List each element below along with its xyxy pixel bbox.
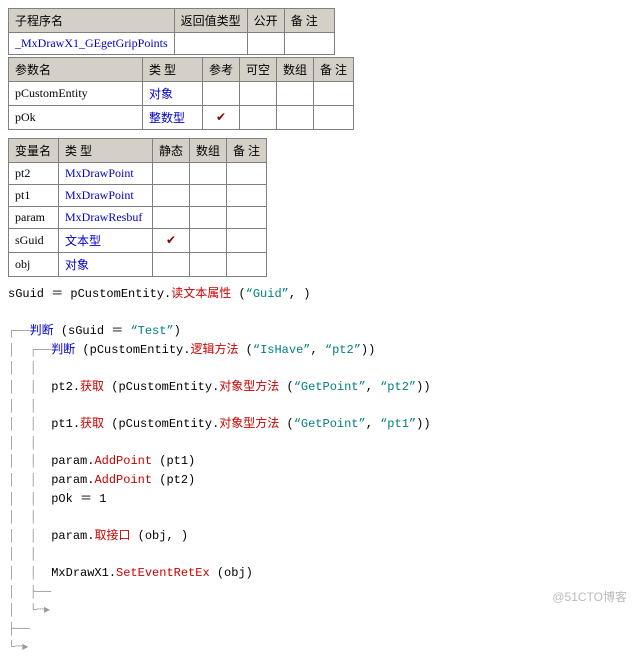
subroutine-table: 子程序名 返回值类型 公开 备 注 _MxDrawX1_GEgetGripPoi… bbox=[8, 8, 335, 55]
col-var-name: 变量名 bbox=[9, 139, 59, 163]
param-name[interactable]: pCustomEntity bbox=[9, 82, 143, 106]
sub-name[interactable]: _MxDrawX1_GEgetGripPoints bbox=[9, 33, 175, 55]
code-line: sGuid ＝ pCustomEntity.读文本属性 (“Guid”, ) bbox=[8, 287, 310, 301]
var-name[interactable]: pt1 bbox=[9, 185, 59, 207]
col-public: 公开 bbox=[247, 9, 284, 33]
col-remark: 备 注 bbox=[314, 58, 354, 82]
param-type[interactable]: 对象 bbox=[143, 82, 203, 106]
var-name[interactable]: sGuid bbox=[9, 229, 59, 253]
code-line: pOk ＝ 1 bbox=[51, 492, 106, 506]
var-type[interactable]: MxDrawResbuf bbox=[59, 207, 153, 229]
code-line: 判断 (sGuid ＝ “Test”) bbox=[30, 324, 181, 338]
col-type: 类 型 bbox=[143, 58, 203, 82]
var-static bbox=[153, 253, 190, 277]
table-row: pCustomEntity 对象 bbox=[9, 82, 354, 106]
code-line: param.AddPoint (pt2) bbox=[51, 473, 195, 487]
table-row: pt1MxDrawPoint bbox=[9, 185, 267, 207]
table-row: paramMxDrawResbuf bbox=[9, 207, 267, 229]
col-static: 静态 bbox=[153, 139, 190, 163]
code-line: MxDrawX1.SetEventRetEx (obj) bbox=[51, 566, 253, 580]
params-table: 参数名 类 型 参考 可空 数组 备 注 pCustomEntity 对象 pO… bbox=[8, 57, 354, 130]
col-type: 类 型 bbox=[59, 139, 153, 163]
col-param-name: 参数名 bbox=[9, 58, 143, 82]
col-array: 数组 bbox=[190, 139, 227, 163]
var-type[interactable]: 对象 bbox=[59, 253, 153, 277]
var-type[interactable]: MxDrawPoint bbox=[59, 163, 153, 185]
code-line: param.取接口 (obj, ) bbox=[51, 529, 188, 543]
code-line: 判断 (pCustomEntity.逻辑方法 (“IsHave”, “pt2”)… bbox=[51, 343, 375, 357]
var-static: ✔ bbox=[153, 229, 190, 253]
param-type[interactable]: 整数型 bbox=[143, 106, 203, 130]
col-return-type: 返回值类型 bbox=[174, 9, 247, 33]
col-array: 数组 bbox=[277, 58, 314, 82]
param-ref bbox=[203, 82, 240, 106]
var-type[interactable]: MxDrawPoint bbox=[59, 185, 153, 207]
col-remark: 备 注 bbox=[227, 139, 267, 163]
var-name[interactable]: param bbox=[9, 207, 59, 229]
col-remark: 备 注 bbox=[284, 9, 334, 33]
col-sub-name: 子程序名 bbox=[9, 9, 175, 33]
var-static bbox=[153, 207, 190, 229]
param-ref: ✔ bbox=[203, 106, 240, 130]
var-static bbox=[153, 163, 190, 185]
table-row: sGuid文本型✔ bbox=[9, 229, 267, 253]
code-line: pt1.获取 (pCustomEntity.对象型方法 (“GetPoint”,… bbox=[51, 417, 430, 431]
var-static bbox=[153, 185, 190, 207]
code-line: param.AddPoint (pt1) bbox=[51, 454, 195, 468]
var-type[interactable]: 文本型 bbox=[59, 229, 153, 253]
col-null: 可空 bbox=[240, 58, 277, 82]
var-name[interactable]: obj bbox=[9, 253, 59, 277]
table-row: _MxDrawX1_GEgetGripPoints bbox=[9, 33, 335, 55]
code-line: pt2.获取 (pCustomEntity.对象型方法 (“GetPoint”,… bbox=[51, 380, 430, 394]
vars-table: 变量名 类 型 静态 数组 备 注 pt2MxDrawPoint pt1MxDr… bbox=[8, 138, 267, 277]
table-row: pt2MxDrawPoint bbox=[9, 163, 267, 185]
table-row: obj对象 bbox=[9, 253, 267, 277]
var-name[interactable]: pt2 bbox=[9, 163, 59, 185]
table-row: pOk 整数型 ✔ bbox=[9, 106, 354, 130]
code-block[interactable]: sGuid ＝ pCustomEntity.读文本属性 (“Guid”, ) ┌… bbox=[8, 285, 629, 657]
watermark: @51CTO博客 bbox=[552, 588, 627, 605]
param-name[interactable]: pOk bbox=[9, 106, 143, 130]
col-ref: 参考 bbox=[203, 58, 240, 82]
